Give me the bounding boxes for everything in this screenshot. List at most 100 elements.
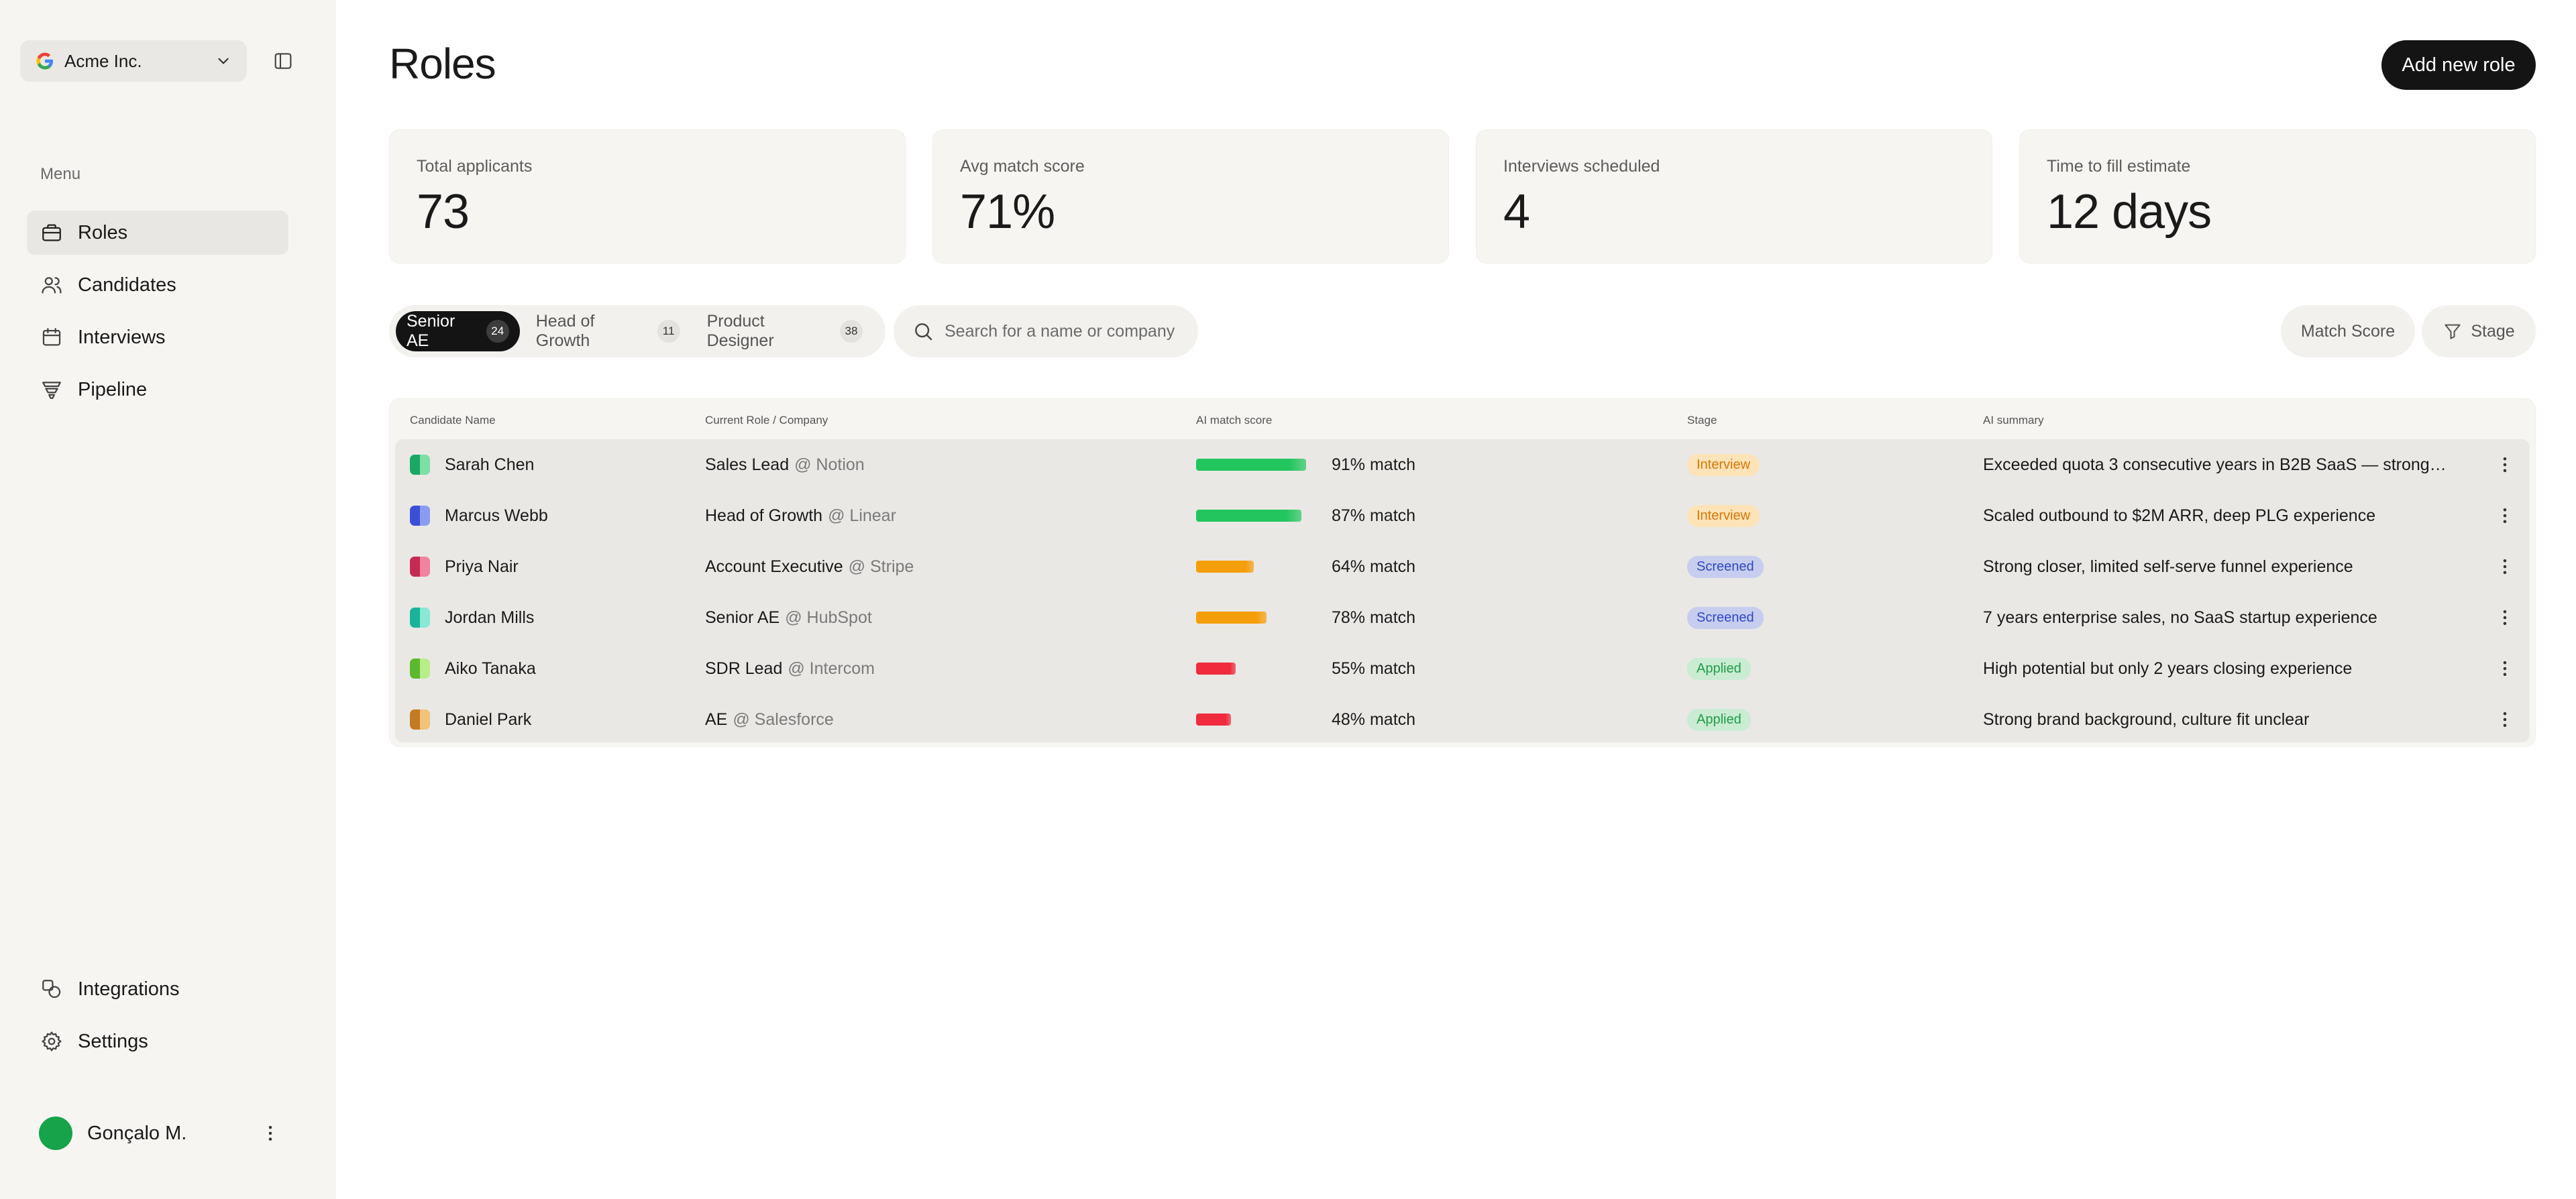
column-header-role[interactable]: Current Role / Company <box>705 414 828 427</box>
workspace-name: Acme Inc. <box>64 50 142 71</box>
tab-count-badge: 11 <box>657 320 680 343</box>
candidate-logo-icon <box>410 608 430 628</box>
table-row[interactable]: Daniel Park AE @ Salesforce 48% match Applie… <box>395 694 2530 745</box>
cell-candidate-name: Jordan Mills <box>410 592 534 643</box>
sidebar-item-integrations[interactable]: Integrations <box>27 967 288 1011</box>
candidate-logo-icon <box>410 659 430 679</box>
cell-current-role: AE @ Salesforce <box>705 694 834 745</box>
sidebar-item-interviews[interactable]: Interviews <box>27 315 288 359</box>
search-box <box>894 305 1198 357</box>
match-score-bar-fill <box>1196 663 1236 675</box>
candidate-logo-icon <box>410 506 430 526</box>
stage-filter-button[interactable]: Stage <box>2422 305 2536 357</box>
user-profile[interactable]: Gonçalo M. <box>39 1115 280 1152</box>
avatar <box>39 1117 72 1150</box>
cell-candidate-name: Marcus Webb <box>410 490 548 541</box>
cell-current-role: Senior AE @ HubSpot <box>705 592 872 643</box>
candidate-name[interactable]: Jordan Mills <box>445 608 534 628</box>
status-badge: Interview <box>1687 453 1760 476</box>
sidebar-item-label: Interviews <box>78 326 166 348</box>
sidebar-item-label: Roles <box>78 221 128 243</box>
cell-current-role: Account Executive @ Stripe <box>705 541 914 592</box>
cell-ai-summary: Strong brand background, culture fit unc… <box>1983 694 2309 745</box>
column-header-name[interactable]: Candidate Name <box>410 414 496 427</box>
stat-label: Time to fill estimate <box>2047 157 2191 176</box>
cell-match-score: 87% match <box>1196 490 1415 541</box>
sidebar-item-settings[interactable]: Settings <box>27 1019 288 1064</box>
match-score-bar <box>1196 713 1317 726</box>
sidebar-item-label: Integrations <box>78 978 180 1000</box>
match-score-bar <box>1196 561 1317 573</box>
match-score-label: 48% match <box>1332 709 1416 729</box>
table-row[interactable]: Aiko Tanaka SDR Lead @ Intercom 55% match Ap… <box>395 643 2530 694</box>
match-score-label: 64% match <box>1332 557 1416 576</box>
cell-ai-summary: Strong closer, limited self-serve funnel… <box>1983 541 2353 592</box>
integrations-icon <box>42 980 61 998</box>
table-row[interactable]: Sarah Chen Sales Lead @ Notion 91% match Int… <box>395 439 2530 490</box>
candidate-name[interactable]: Priya Nair <box>445 557 519 577</box>
table-row[interactable]: Priya Nair Account Executive @ Stripe 64% m… <box>395 541 2530 592</box>
funnel-icon <box>42 382 61 399</box>
match-score-bar <box>1196 459 1317 471</box>
sidebar-toggle-icon[interactable] <box>272 50 294 72</box>
candidate-logo-icon <box>410 709 430 730</box>
cell-ai-summary: Scaled outbound to $2M ARR, deep PLG exp… <box>1983 490 2375 541</box>
sidebar-item-roles[interactable]: Roles <box>27 211 288 255</box>
table-row[interactable]: Marcus Webb Head of Growth @ Linear 87% mat… <box>395 490 2530 541</box>
match-score-bar-fill <box>1196 713 1231 726</box>
match-score-bar <box>1196 663 1317 675</box>
chevron-down-icon <box>218 58 229 64</box>
ai-summary-text: Strong closer, limited self-serve funnel… <box>1983 557 2353 576</box>
sidebar-item-label: Candidates <box>78 274 176 296</box>
ai-summary-text: Exceeded quota 3 consecutive years in B2… <box>1983 455 2447 474</box>
add-new-role-button[interactable]: Add new role <box>2381 40 2536 90</box>
sidebar-item-pipeline[interactable]: Pipeline <box>27 367 288 412</box>
column-header-summary[interactable]: AI summary <box>1983 414 2044 427</box>
more-vertical-icon[interactable] <box>2495 455 2515 475</box>
ai-summary-text: High potential but only 2 years closing … <box>1983 659 2353 678</box>
cell-stage: Screened <box>1687 592 1764 643</box>
cell-stage: Interview <box>1687 490 1760 541</box>
workspace-switcher[interactable]: Acme Inc. <box>20 40 247 82</box>
tab-senior-ae[interactable]: Senior AE 24 <box>396 311 520 351</box>
menu-label: Menu <box>40 165 81 183</box>
stat-value: 12 days <box>2047 185 2212 239</box>
candidate-name[interactable]: Sarah Chen <box>445 455 534 475</box>
page-title: Roles <box>389 40 496 88</box>
match-score-label: 78% match <box>1332 608 1416 627</box>
more-vertical-icon[interactable] <box>2495 709 2515 730</box>
cell-stage: Screened <box>1687 541 1764 592</box>
table-body: Sarah Chen Sales Lead @ Notion 91% match Int… <box>395 439 2530 742</box>
cell-match-score: 91% match <box>1196 439 1415 490</box>
more-vertical-icon[interactable] <box>2495 506 2515 526</box>
stat-card-avg-match-score: Avg match score 71% <box>932 129 1449 264</box>
match-score-bar <box>1196 510 1317 522</box>
candidate-name[interactable]: Daniel Park <box>445 710 531 730</box>
cell-candidate-name: Priya Nair <box>410 541 519 592</box>
sidebar-item-candidates[interactable]: Candidates <box>27 263 288 307</box>
gear-icon <box>42 1031 62 1051</box>
match-score-sort-button[interactable]: Match Score <box>2281 305 2415 357</box>
candidate-name[interactable]: Marcus Webb <box>445 506 548 526</box>
more-vertical-icon[interactable] <box>2495 608 2515 628</box>
stat-card-time-to-fill: Time to fill estimate 12 days <box>2019 129 2536 264</box>
more-vertical-icon[interactable] <box>2495 557 2515 577</box>
column-header-stage[interactable]: Stage <box>1687 414 1717 427</box>
match-score-label: 55% match <box>1332 659 1416 678</box>
more-vertical-icon[interactable] <box>2495 659 2515 679</box>
tab-product-designer[interactable]: Product Designer 38 <box>696 311 873 351</box>
more-vertical-icon[interactable] <box>260 1123 280 1143</box>
tab-head-of-growth[interactable]: Head of Growth 11 <box>525 311 691 351</box>
column-header-score[interactable]: AI match score <box>1196 414 1272 427</box>
search-input[interactable] <box>945 321 1179 341</box>
ai-summary-text: 7 years enterprise sales, no SaaS startu… <box>1983 608 2377 627</box>
candidates-table: Candidate Name Current Role / Company AI… <box>389 398 2536 747</box>
ai-summary-text: Scaled outbound to $2M ARR, deep PLG exp… <box>1983 506 2376 525</box>
role-company: @ Stripe <box>848 557 914 576</box>
cell-current-role: Sales Lead @ Notion <box>705 439 865 490</box>
user-name: Gonçalo M. <box>87 1122 187 1144</box>
table-row[interactable]: Jordan Mills Senior AE @ HubSpot 78% match S… <box>395 592 2530 643</box>
role-title: Senior AE <box>705 608 780 627</box>
tab-count-badge: 38 <box>840 320 863 343</box>
candidate-name[interactable]: Aiko Tanaka <box>445 659 536 679</box>
